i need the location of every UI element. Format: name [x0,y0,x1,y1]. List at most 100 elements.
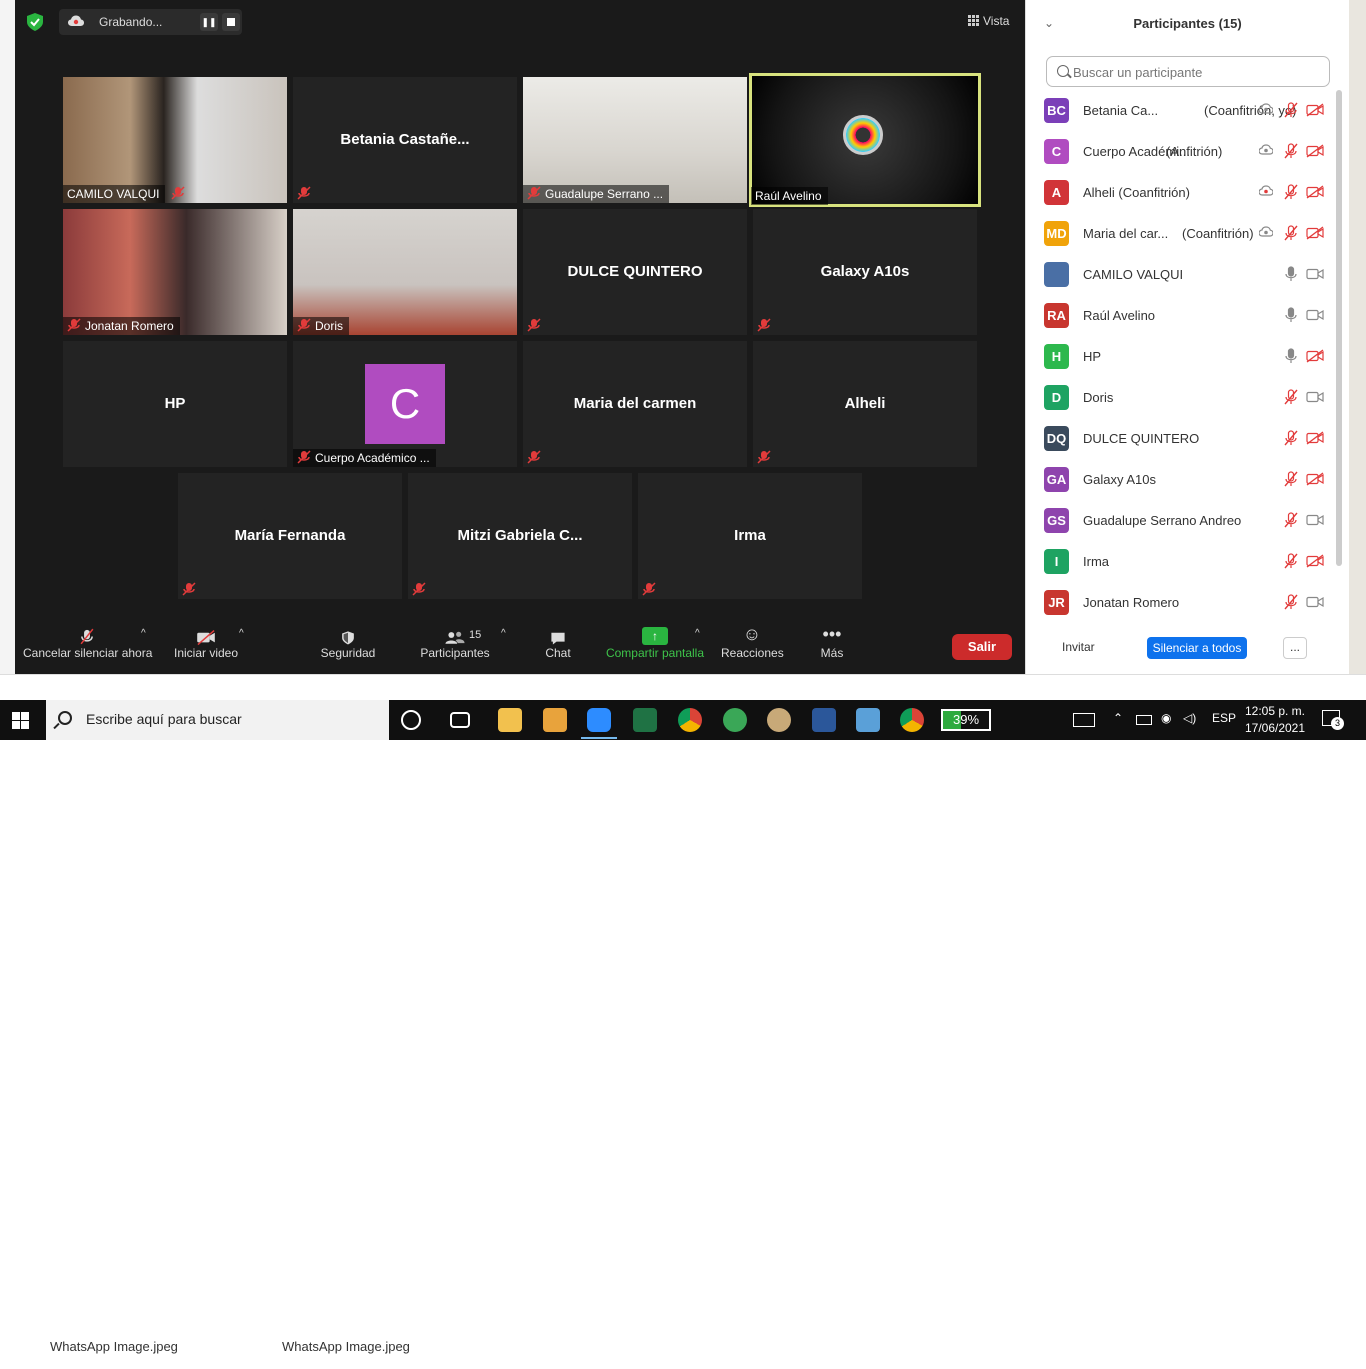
participant-search[interactable] [1046,56,1330,87]
participant-search-input[interactable] [1073,61,1323,83]
mic-muted-icon[interactable] [1284,225,1298,241]
video-off-icon[interactable] [1306,554,1324,568]
video-off-icon[interactable] [1306,472,1324,486]
browser-icon[interactable] [723,708,747,732]
video-tile[interactable]: HP [63,341,287,467]
excel-icon[interactable] [633,708,657,732]
mic-muted-icon[interactable] [1284,553,1298,569]
mic-icon[interactable] [1284,307,1298,323]
mic-muted-icon[interactable] [1284,594,1298,610]
mic-icon[interactable] [1284,266,1298,282]
participant-row[interactable]: A Alheli (Coanfitrión) [1026,172,1336,213]
invite-button[interactable]: Invitar [1062,640,1095,654]
video-tile[interactable]: Guadalupe Serrano ... [523,77,747,203]
camera-icon[interactable]: ◉ [1161,711,1171,725]
video-off-icon[interactable] [1306,103,1324,117]
video-tile[interactable]: Jonatan Romero [63,209,287,335]
participant-row[interactable]: BC Betania Ca... (Coanfitrión, yo) [1026,90,1336,131]
pause-recording-button[interactable]: ❚❚ [200,13,218,31]
mic-muted-icon[interactable] [1284,389,1298,405]
video-tile[interactable]: Mitzi Gabriela C... [408,473,632,599]
cortana-icon[interactable] [401,710,421,730]
mic-muted-icon[interactable] [1284,184,1298,200]
share-screen-button[interactable]: ↑ Compartir pantalla ^ [605,616,705,674]
stop-recording-button[interactable] [222,13,240,31]
view-button[interactable]: Vista [968,14,1009,28]
background-file-1[interactable]: WhatsApp Image.jpeg [40,1339,178,1369]
battery-icon[interactable] [1136,715,1152,725]
mic-muted-icon[interactable] [1284,471,1298,487]
word-icon[interactable] [812,708,836,732]
video-tile[interactable]: CAMILO VALQUI [63,77,287,203]
chevron-up-icon[interactable]: ^ [239,628,244,639]
video-tile[interactable]: C Cuerpo Académico ... [293,341,517,467]
video-tile[interactable]: Galaxy A10s [753,209,977,335]
video-icon[interactable] [1306,390,1324,404]
paint-icon[interactable] [767,708,791,732]
task-app-icon[interactable] [543,708,567,732]
mute-all-button[interactable]: Silenciar a todos [1147,637,1247,659]
video-tile[interactable]: Maria del carmen [523,341,747,467]
volume-icon[interactable]: ◁) [1183,711,1196,725]
participant-list-scrollbar[interactable] [1336,90,1342,566]
participants-more-button[interactable]: ... [1283,637,1307,659]
chevron-up-icon[interactable]: ^ [501,628,506,639]
more-button[interactable]: ••• Más [815,616,849,674]
video-off-icon[interactable] [1306,144,1324,158]
video-off-icon[interactable] [1306,349,1324,363]
control-panel-icon[interactable] [856,708,880,732]
unmute-button[interactable]: Cancelar silenciar ahora ^ [23,616,152,674]
chrome-profile-icon[interactable] [900,708,924,732]
video-tile[interactable]: Irma [638,473,862,599]
participant-row[interactable]: DQ DULCE QUINTERO [1026,418,1336,459]
security-button[interactable]: Seguridad [315,616,381,674]
participant-row[interactable]: H HP [1026,336,1336,377]
video-off-icon[interactable] [1306,185,1324,199]
background-file-2[interactable]: WhatsApp Image.jpeg [272,1339,410,1369]
video-icon[interactable] [1306,267,1324,281]
mic-muted-icon[interactable] [1284,102,1298,118]
mic-icon[interactable] [1284,348,1298,364]
video-tile[interactable]: Betania Castañe... [293,77,517,203]
participant-row[interactable]: GA Galaxy A10s [1026,459,1336,500]
reactions-button[interactable]: ☺ Reacciones [721,616,784,674]
video-icon[interactable] [1306,595,1324,609]
participant-row[interactable]: MD Maria del car... (Coanfitrión) [1026,213,1336,254]
video-icon[interactable] [1306,513,1324,527]
video-off-icon[interactable] [1306,431,1324,445]
keyboard-icon[interactable] [1073,713,1095,727]
leave-button[interactable]: Salir [952,634,1012,660]
participant-row[interactable]: C Cuerpo Académi... (Anfitrión) [1026,131,1336,172]
mic-muted-icon[interactable] [1284,430,1298,446]
language-indicator[interactable]: ESP [1212,711,1236,725]
task-view-icon[interactable] [450,712,470,728]
chrome-icon[interactable] [678,708,702,732]
participant-row[interactable]: GS Guadalupe Serrano Andreo [1026,500,1336,541]
mic-muted-icon[interactable] [1284,512,1298,528]
participant-row[interactable]: RA Raúl Avelino [1026,295,1336,336]
participant-row[interactable]: I Irma [1026,541,1336,582]
windows-start-icon[interactable] [12,712,29,729]
taskbar-search[interactable]: Escribe aquí para buscar [46,700,389,740]
participant-row[interactable]: D Doris [1026,377,1336,418]
taskbar-clock[interactable]: 12:05 p. m. 17/06/2021 [1240,703,1310,737]
chevron-up-icon[interactable]: ^ [695,628,700,639]
video-tile-active-speaker[interactable]: Raúl Avelino [749,73,981,207]
participant-row[interactable]: CAMILO VALQUI [1026,254,1336,295]
video-tile[interactable]: Doris [293,209,517,335]
zoom-app-icon[interactable] [581,708,617,739]
file-explorer-icon[interactable] [498,708,522,732]
battery-meter[interactable]: 39% [941,709,991,731]
video-icon[interactable] [1306,308,1324,322]
video-off-icon[interactable] [1306,226,1324,240]
chevron-up-icon[interactable]: ⌃ [1113,711,1123,725]
participants-button[interactable]: 15 Participantes ^ [415,616,505,674]
chat-button[interactable]: Chat [539,616,577,674]
participant-row[interactable]: JR Jonatan Romero [1026,582,1336,623]
video-tile[interactable]: María Fernanda [178,473,402,599]
start-video-button[interactable]: Iniciar video ^ [169,616,244,674]
video-tile[interactable]: Alheli [753,341,977,467]
mic-muted-icon[interactable] [1284,143,1298,159]
chevron-up-icon[interactable]: ^ [141,628,146,639]
encryption-shield-icon[interactable] [27,13,43,31]
